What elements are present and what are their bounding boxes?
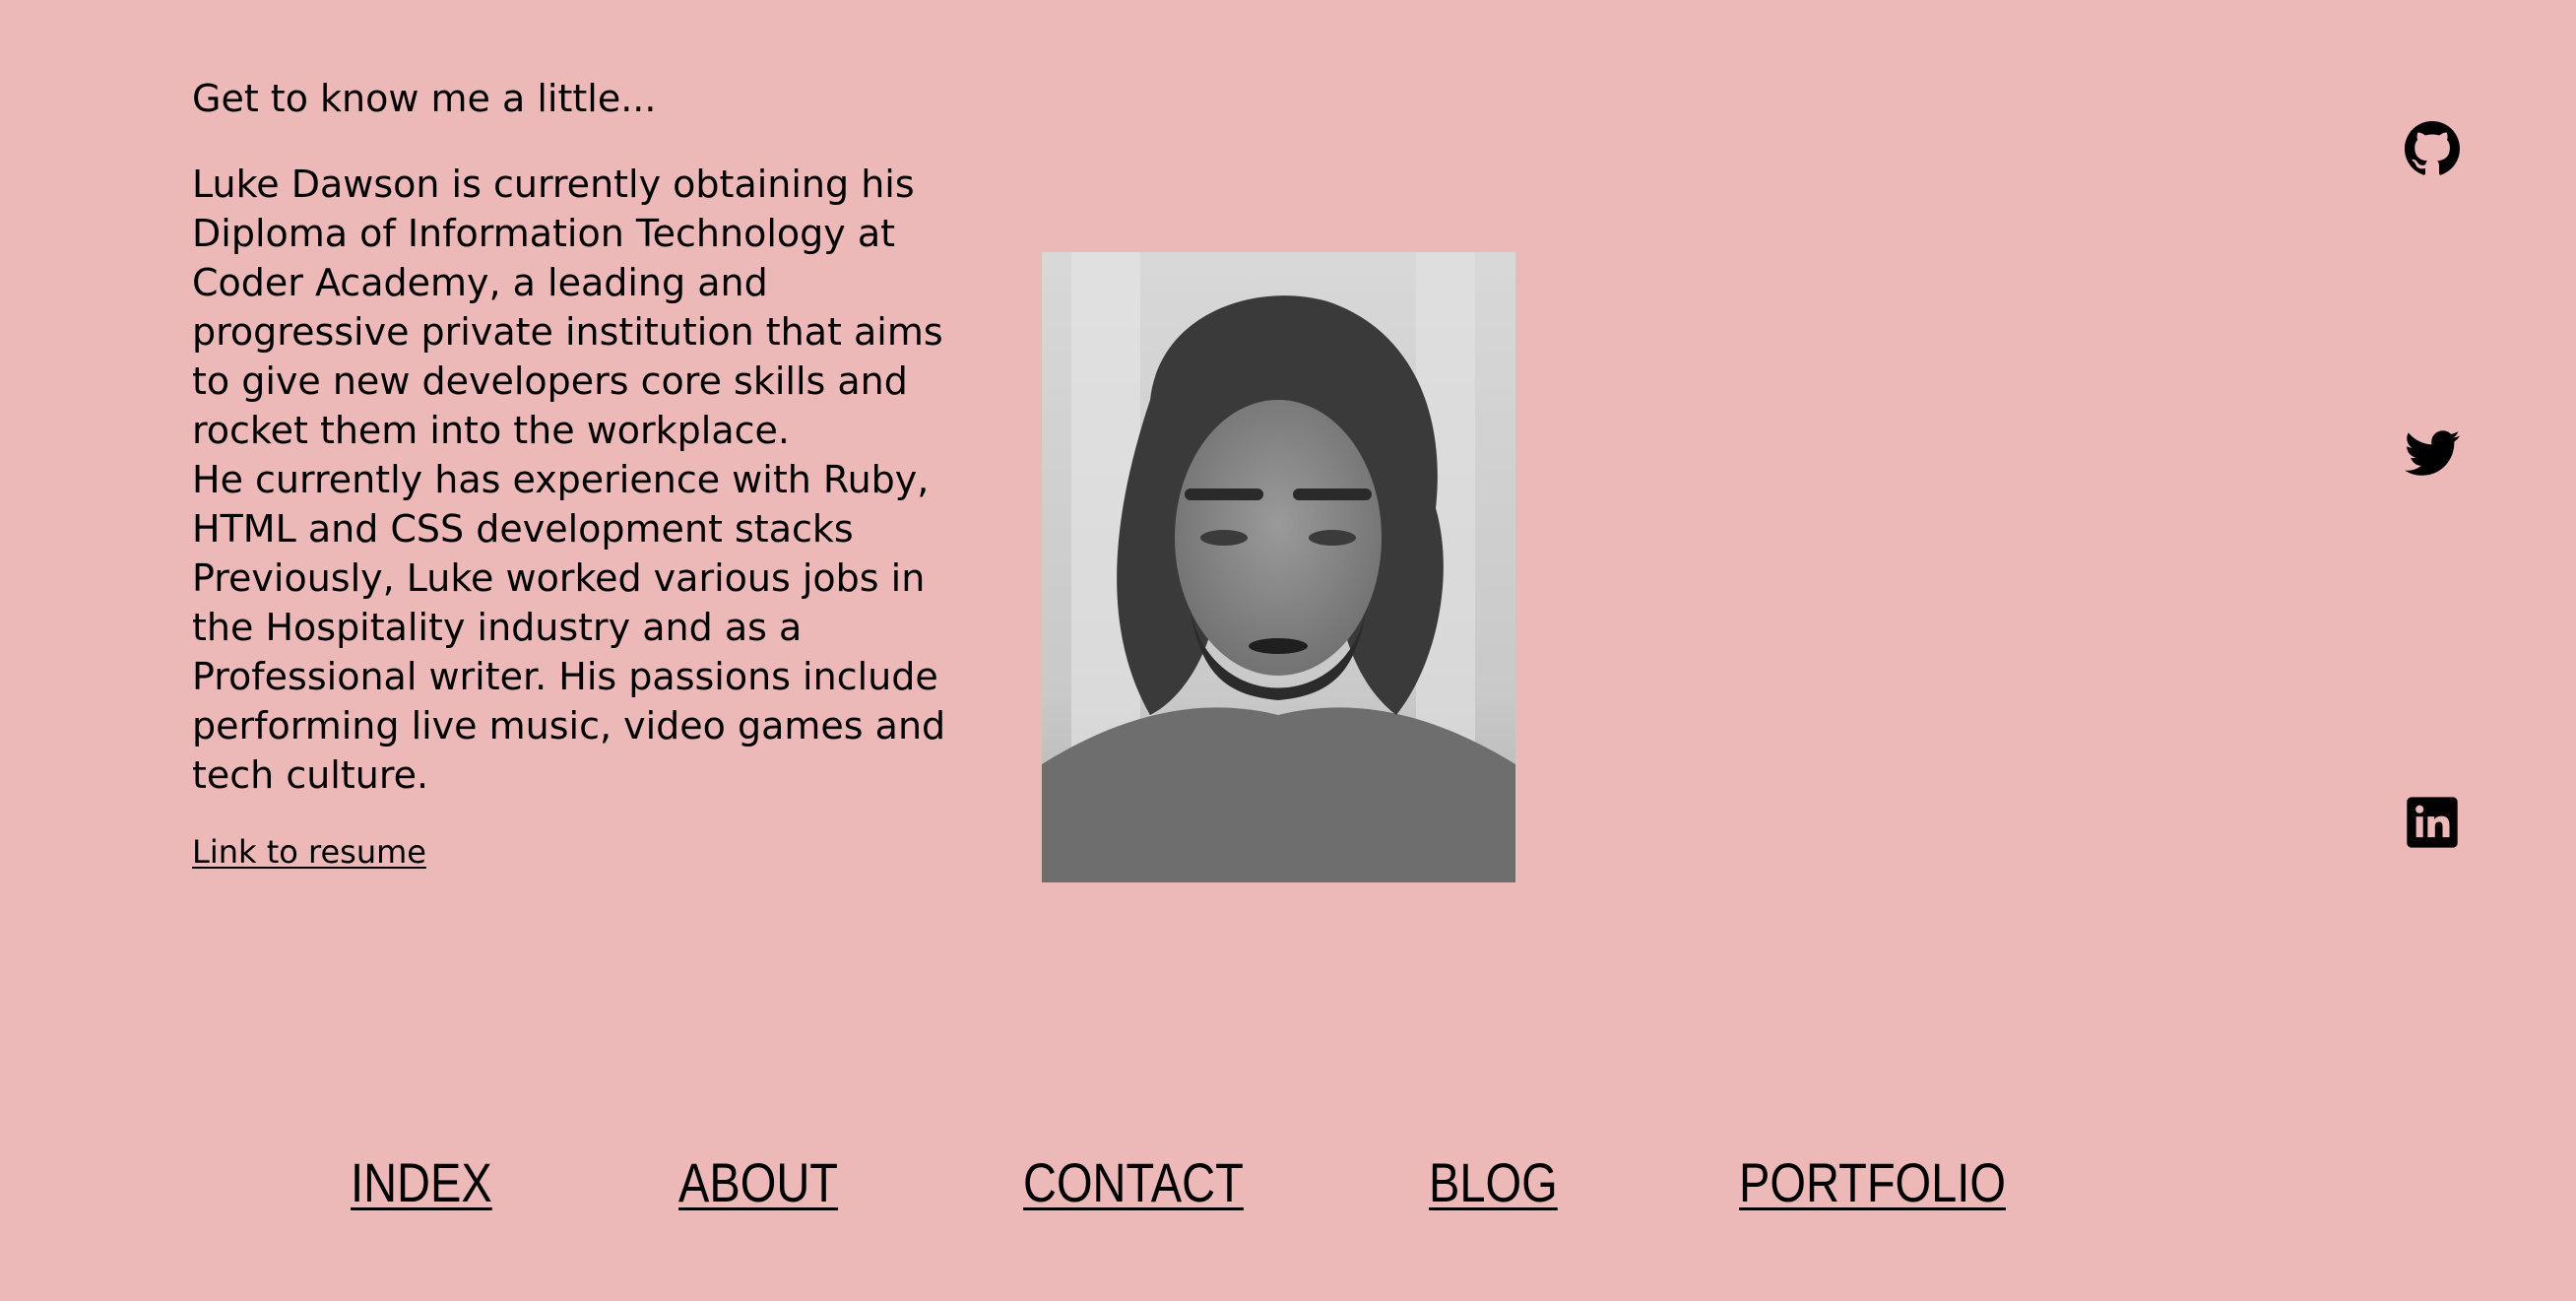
resume-link[interactable]: Link to resume	[192, 833, 426, 871]
linkedin-icon[interactable]	[2405, 795, 2460, 850]
bio-paragraph: Previously, Luke worked various jobs in …	[192, 556, 946, 797]
about-section: Get to know me a little... Luke Dawson i…	[192, 71, 970, 871]
github-icon[interactable]	[2405, 121, 2460, 176]
bio-paragraph: Luke Dawson is currently obtaining his D…	[192, 163, 943, 452]
nav-portfolio[interactable]: PORTFOLIO	[1739, 1150, 2006, 1215]
twitter-icon[interactable]	[2405, 425, 2460, 481]
bio-text: Luke Dawson is currently obtaining his D…	[192, 160, 970, 800]
nav-blog[interactable]: BLOG	[1429, 1150, 1558, 1215]
bio-paragraph: He currently has experience with Ruby, H…	[192, 458, 930, 551]
profile-photo	[1042, 252, 1515, 882]
nav-index[interactable]: INDEX	[351, 1150, 492, 1215]
nav-contact[interactable]: CONTACT	[1023, 1150, 1244, 1215]
main-nav: INDEX ABOUT CONTACT BLOG PORTFOLIO	[0, 1150, 2576, 1219]
about-heading: Get to know me a little...	[192, 77, 657, 120]
nav-about[interactable]: ABOUT	[678, 1150, 838, 1215]
